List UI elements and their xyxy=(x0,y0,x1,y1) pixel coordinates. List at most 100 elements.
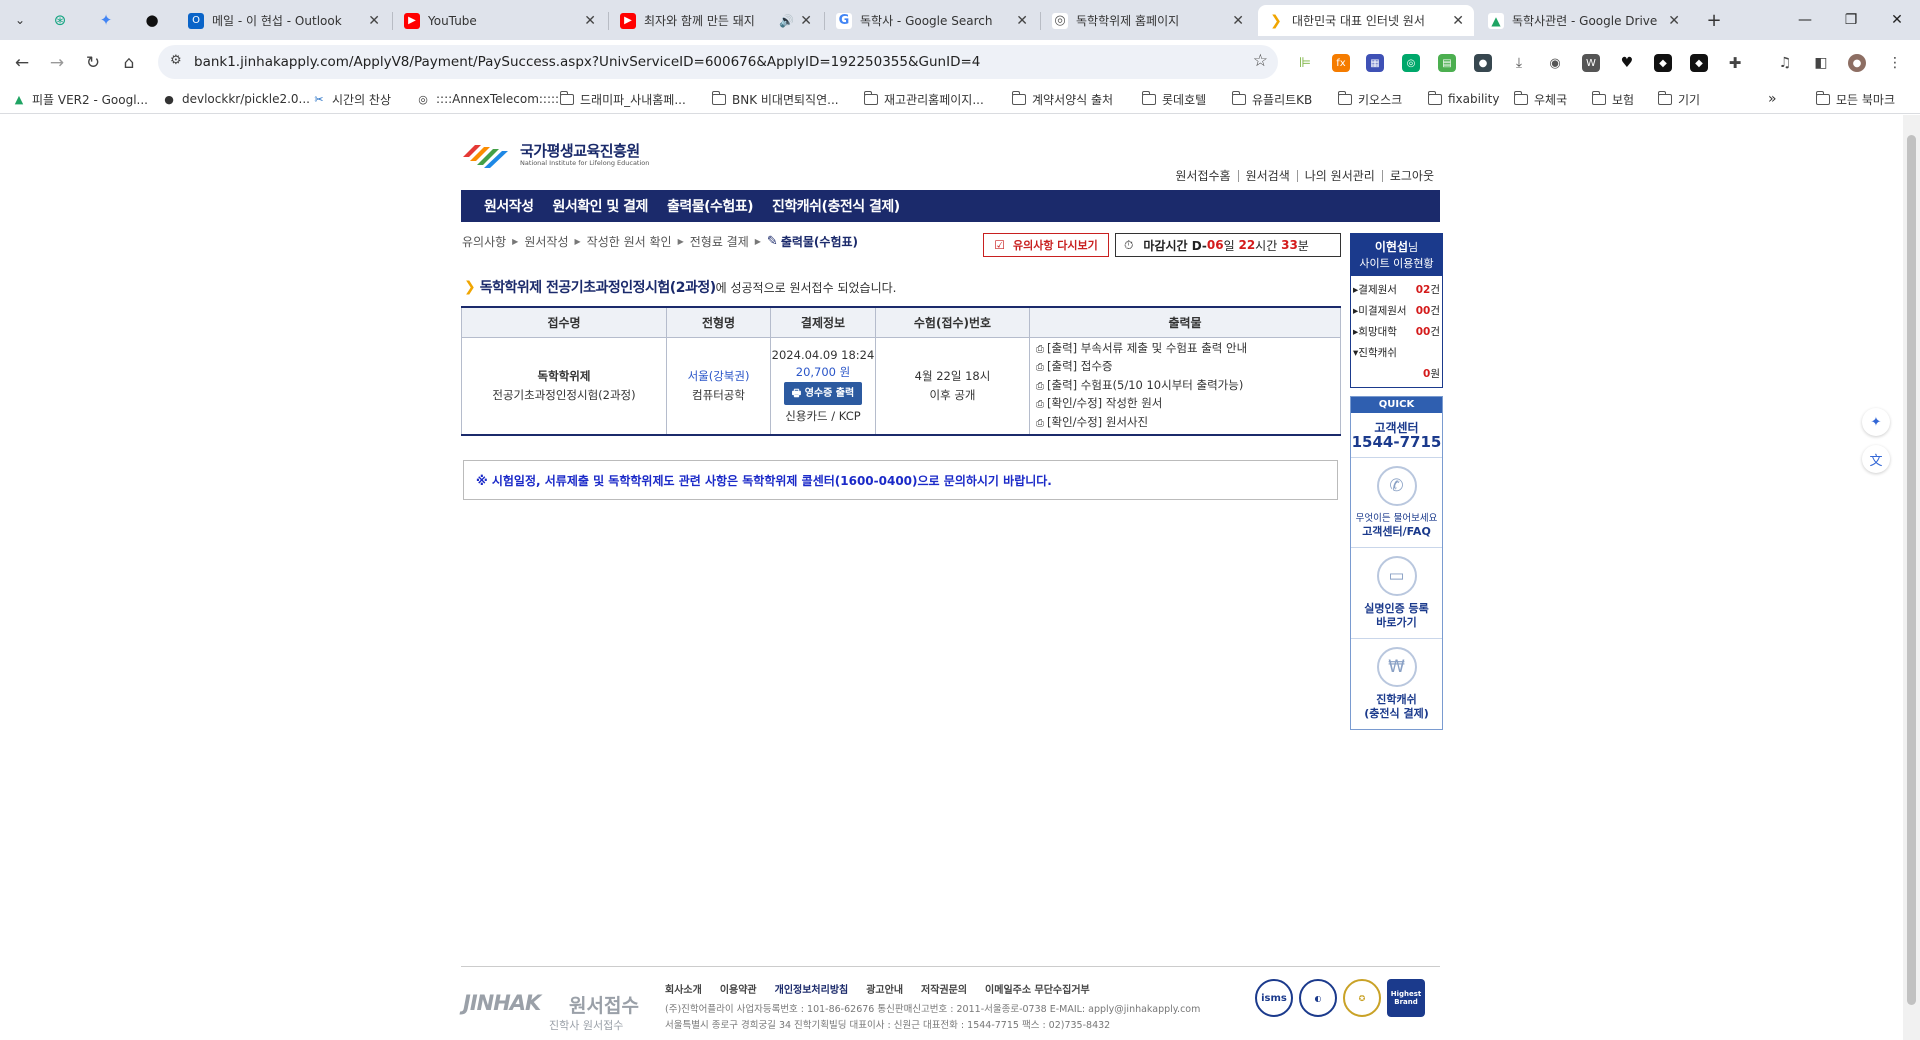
stat-paid[interactable]: ▸결제원서 02건 xyxy=(1353,279,1440,300)
tab-outlook[interactable]: O 메일 - 이 현섭 - Outlook ✕ xyxy=(178,5,390,36)
ai-sparkle-icon[interactable]: ✦ xyxy=(1862,408,1890,436)
output-link[interactable]: ⎙ [출력] 접수증 xyxy=(1036,358,1340,377)
extension-chat-icon[interactable]: ● xyxy=(1474,54,1492,72)
download-icon[interactable]: ⤓ xyxy=(1510,54,1528,72)
new-tab-icon[interactable]: + xyxy=(1702,8,1726,32)
tab-jinhak-active[interactable]: ❯ 대한민국 대표 인터넷 원서 ✕ xyxy=(1258,5,1474,36)
output-link[interactable]: ⎙ [확인/수정] 원서사진 xyxy=(1036,414,1340,433)
bookmark-folder[interactable]: 드래미파_사내홈페... xyxy=(559,89,686,109)
speaker-icon[interactable]: 🔊 xyxy=(779,14,794,28)
close-tab-icon[interactable]: ✕ xyxy=(1232,13,1244,29)
close-tab-icon[interactable]: ✕ xyxy=(1668,13,1680,29)
receipt-print-button[interactable]: 🖶 영수증 출력 xyxy=(783,381,863,405)
bookmark-star-icon[interactable]: ☆ xyxy=(1253,51,1268,71)
nav-item-confirm-pay[interactable]: 원서확인 및 결제 xyxy=(553,196,649,216)
close-tab-icon[interactable]: ✕ xyxy=(584,13,596,29)
bookmark-folder[interactable]: 유플리트KB xyxy=(1231,89,1312,109)
jinhak-logo[interactable]: JINHAK xyxy=(463,991,541,1015)
nav-item-write[interactable]: 원서작성 xyxy=(484,196,534,216)
tab-search-dropdown-icon[interactable]: ⌄ xyxy=(8,8,32,32)
real-name-verify-link[interactable]: ▭ 실명인증 등록 바로가기 xyxy=(1351,548,1442,639)
forward-icon[interactable]: → xyxy=(44,50,70,76)
extension-fx-icon[interactable]: fx xyxy=(1332,54,1350,72)
home-icon[interactable]: ⌂ xyxy=(116,50,142,76)
output-link[interactable]: ⎙ [출력] 수험표(5/10 10시부터 출력가능) xyxy=(1036,377,1340,396)
tab-dokhak-home[interactable]: ◎ 독학학위제 홈페이지 ✕ xyxy=(1042,5,1254,36)
util-link-home[interactable]: 원서접수홈 xyxy=(1168,170,1237,182)
region-link[interactable]: 서울(강북권) xyxy=(667,368,770,384)
util-link-search[interactable]: 원서검색 xyxy=(1237,170,1297,182)
close-tab-icon[interactable]: ✕ xyxy=(368,13,380,29)
minimize-icon[interactable]: — xyxy=(1782,0,1828,40)
browser-menu-icon[interactable]: ⋮ xyxy=(1886,54,1904,72)
bookmark-folder[interactable]: fixability xyxy=(1427,89,1499,109)
tab-youtube[interactable]: ▶ YouTube ✕ xyxy=(394,5,606,36)
bookmark-folder[interactable]: BNK 비대면퇴직연... xyxy=(711,89,839,109)
cash-charge-link[interactable]: ₩ 진학캐쉬 (충전식 결제) xyxy=(1351,639,1442,729)
bookmark-item[interactable]: ● devlockkr/pickle2.0... xyxy=(162,89,310,109)
stat-cash[interactable]: ▾진학캐쉬 xyxy=(1353,342,1440,363)
footer-link[interactable]: 저작권문의 xyxy=(921,981,967,996)
footer-link[interactable]: 이메일주소 무단수집거부 xyxy=(985,981,1090,996)
extension-dark-icon[interactable]: ◆ xyxy=(1654,54,1672,72)
bookmark-item[interactable]: ▲ 피플 VER2 - Googl... xyxy=(12,89,148,109)
bookmark-folder[interactable]: 롯데호텔 xyxy=(1141,89,1206,109)
extension-sheets-icon[interactable]: ▤ xyxy=(1438,54,1456,72)
util-link-my-applications[interactable]: 나의 원서관리 xyxy=(1296,170,1382,182)
util-link-logout[interactable]: 로그아웃 xyxy=(1381,170,1441,182)
footer-link[interactable]: 회사소개 xyxy=(665,981,702,996)
chatgpt-pinned-tab[interactable]: ⊛ xyxy=(42,5,78,35)
back-icon[interactable]: ← xyxy=(9,50,35,76)
footer-link-privacy[interactable]: 개인정보처리방침 xyxy=(775,981,849,996)
bookmark-folder[interactable]: 키오스크 xyxy=(1337,89,1402,109)
extension-dark2-icon[interactable]: ◆ xyxy=(1690,54,1708,72)
bookmark-folder[interactable]: 기기 xyxy=(1657,89,1700,109)
extension-w-icon[interactable]: W xyxy=(1582,54,1600,72)
address-bar[interactable]: ⚙ bank1.jinhakapply.com/ApplyV8/Payment/… xyxy=(158,45,1278,79)
notice-again-button[interactable]: ☑ 유의사항 다시보기 xyxy=(983,233,1109,257)
close-tab-icon[interactable]: ✕ xyxy=(800,13,812,29)
extension-grid-icon[interactable]: ▦ xyxy=(1366,54,1384,72)
scrollbar-thumb[interactable] xyxy=(1907,135,1916,1005)
translate-icon[interactable]: 文 xyxy=(1862,445,1890,473)
bookmark-item[interactable]: ◎::::AnnexTelecom::::: xyxy=(416,89,559,109)
site-info-icon[interactable]: ⚙ xyxy=(170,53,182,68)
bookmarks-overflow-icon[interactable]: » xyxy=(1768,89,1777,109)
side-panel-icon[interactable]: ◧ xyxy=(1812,54,1830,72)
reload-icon[interactable]: ↻ xyxy=(80,50,106,76)
url-text[interactable]: bank1.jinhakapply.com/ApplyV8/Payment/Pa… xyxy=(194,54,980,70)
bookmark-folder[interactable]: 계약서양식 출처 xyxy=(1011,89,1113,109)
extension-heart-icon[interactable]: ♥ xyxy=(1618,54,1636,72)
bookmark-folder[interactable]: 재고관리홈페이지... xyxy=(863,89,984,109)
gemini-pinned-tab[interactable]: ✦ xyxy=(88,5,124,35)
extension-ladder-icon[interactable]: ⊫ xyxy=(1296,54,1314,72)
output-link[interactable]: ⎙ [출력] 부속서류 제출 및 수험표 출력 안내 xyxy=(1036,340,1340,359)
restore-icon[interactable]: ❐ xyxy=(1828,0,1874,40)
bookmark-folder[interactable]: 보험 xyxy=(1591,89,1634,109)
camera-icon[interactable]: ◉ xyxy=(1546,54,1564,72)
extension-chatgpt-icon[interactable]: ◎ xyxy=(1402,54,1420,72)
close-window-icon[interactable]: ✕ xyxy=(1874,0,1920,40)
page-scrollbar[interactable] xyxy=(1903,115,1920,1040)
footer-link[interactable]: 광고안내 xyxy=(866,981,903,996)
stat-wish-univ[interactable]: ▸희망대학 00건 xyxy=(1353,321,1440,342)
output-link[interactable]: ⎙ [확인/수정] 작성한 원서 xyxy=(1036,395,1340,414)
stat-unpaid[interactable]: ▸미결제원서 00건 xyxy=(1353,300,1440,321)
media-control-icon[interactable]: ♫ xyxy=(1776,54,1794,72)
bookmark-folder[interactable]: 우체국 xyxy=(1513,89,1567,109)
all-bookmarks-folder[interactable]: 모든 북마크 xyxy=(1815,89,1895,109)
extensions-puzzle-icon[interactable]: ✚ xyxy=(1726,54,1744,72)
close-tab-icon[interactable]: ✕ xyxy=(1016,13,1028,29)
close-tab-icon[interactable]: ✕ xyxy=(1452,13,1464,29)
footer-link[interactable]: 이용약관 xyxy=(720,981,757,996)
nile-logo[interactable]: 국가평생교육진흥원 National Institute for Lifelon… xyxy=(461,137,661,173)
tab-google-drive[interactable]: ▲ 독학사관련 - Google Drive ✕ xyxy=(1478,5,1690,36)
nav-item-print[interactable]: 출력물(수험표) xyxy=(667,196,754,216)
github-pinned-tab[interactable]: ● xyxy=(134,5,170,35)
tab-google-search[interactable]: G 독학사 - Google Search ✕ xyxy=(826,5,1038,36)
faq-link[interactable]: ✆ 무엇이든 물어보세요 고객센터/FAQ xyxy=(1351,458,1442,548)
bookmark-item[interactable]: ✂ 시간의 찬상 xyxy=(312,89,391,109)
nav-item-cash[interactable]: 진학캐쉬(충전식 결제) xyxy=(772,196,900,216)
profile-avatar[interactable]: ● xyxy=(1848,54,1866,72)
customer-center[interactable]: 고객센터 1544-7715 xyxy=(1351,413,1442,458)
